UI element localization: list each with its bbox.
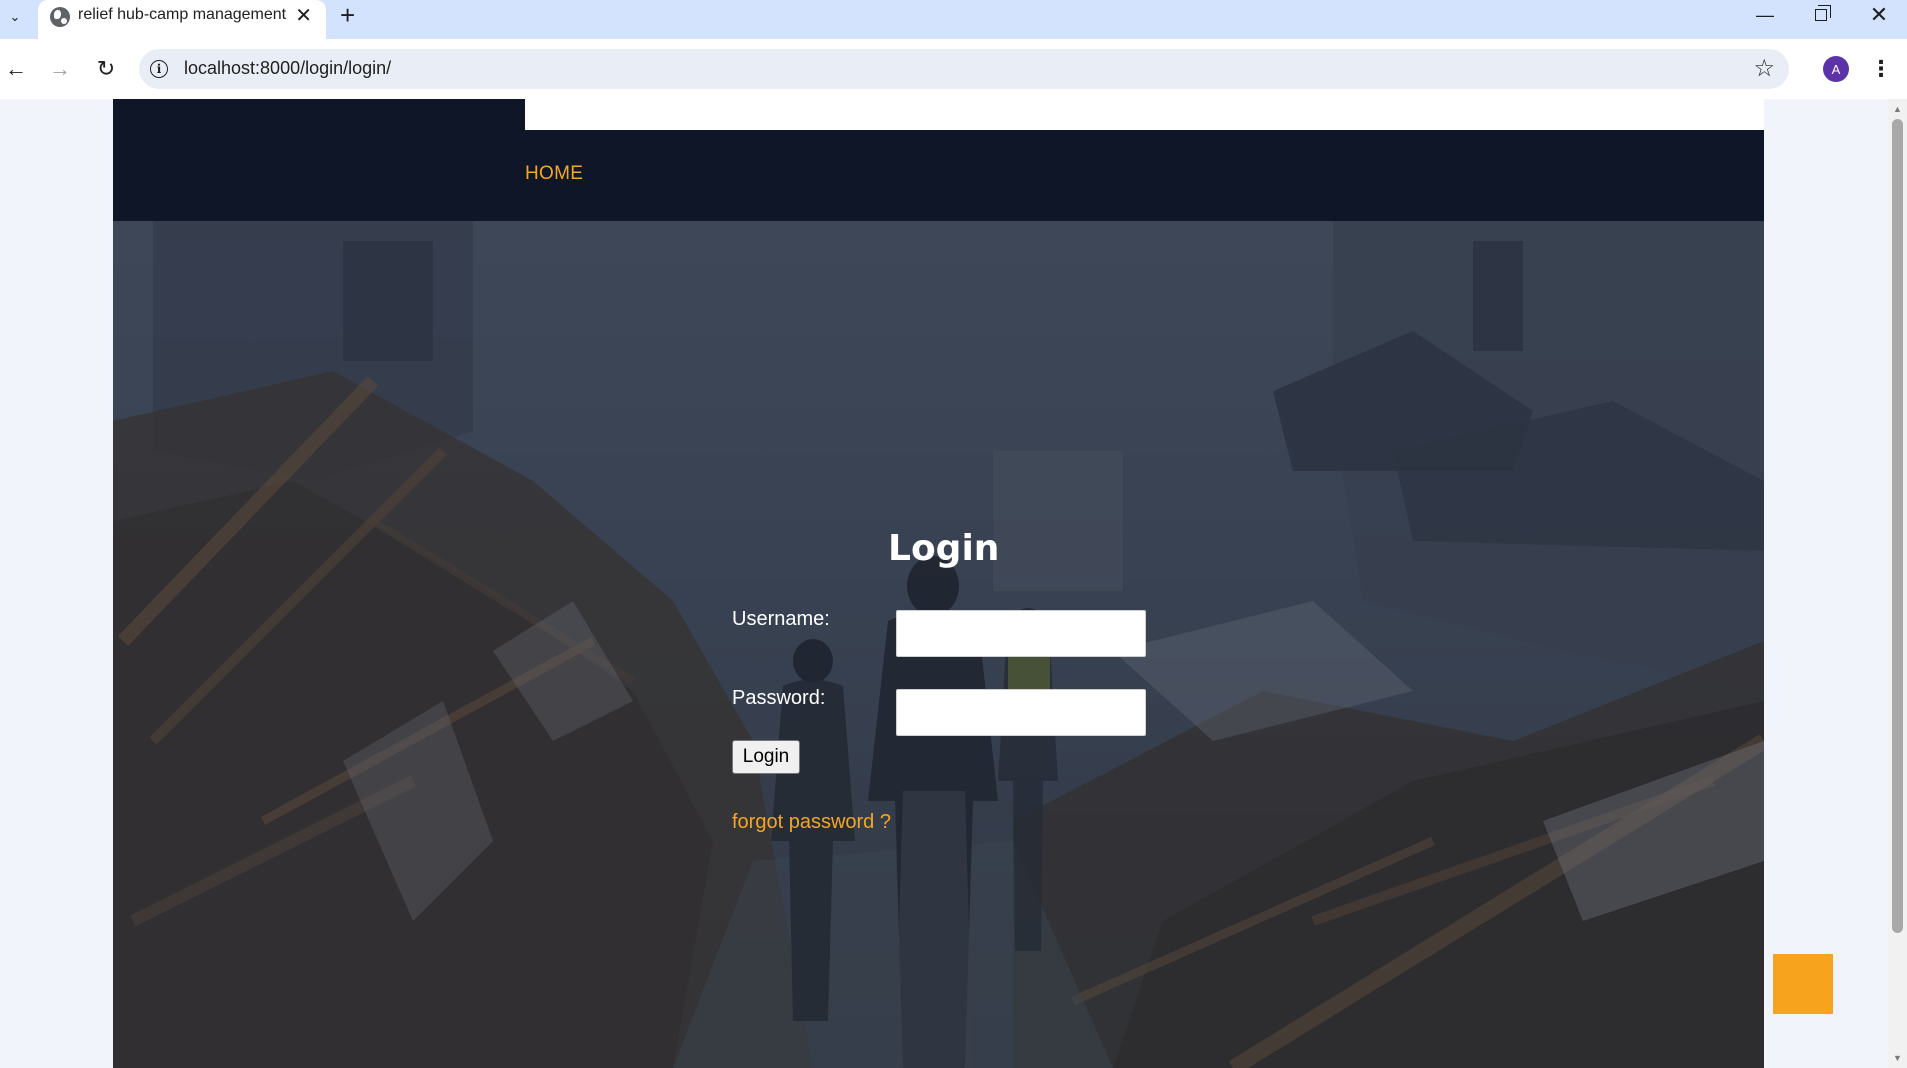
page-viewport: HOME Login Username: Password: Login for… xyxy=(0,99,1888,1068)
minimize-icon[interactable]: — xyxy=(1737,0,1793,30)
header-top-strip xyxy=(525,99,1764,130)
profile-avatar[interactable]: A xyxy=(1823,56,1849,82)
password-label: Password: xyxy=(732,687,826,709)
plus-icon[interactable]: + xyxy=(340,0,355,31)
username-input[interactable] xyxy=(896,610,1146,657)
scroll-up-icon[interactable]: ▲ xyxy=(1888,101,1907,117)
more-vert-icon[interactable]: ⋮ xyxy=(1868,53,1894,85)
browser-tab[interactable]: relief hub-camp management ✕ xyxy=(38,0,326,39)
url-text[interactable]: localhost:8000/login/login/ xyxy=(184,58,391,79)
password-input[interactable] xyxy=(896,689,1146,736)
globe-favicon-icon xyxy=(50,7,70,27)
star-icon[interactable]: ☆ xyxy=(1753,54,1775,83)
close-icon[interactable]: ✕ xyxy=(295,3,312,28)
reload-icon[interactable]: ↻ xyxy=(90,53,122,85)
tab-list-icon[interactable]: ⌄ xyxy=(2,4,28,30)
scrollbar-thumb[interactable] xyxy=(1892,119,1903,933)
nav-home-link[interactable]: HOME xyxy=(525,163,583,185)
info-icon[interactable]: i xyxy=(150,60,168,78)
browser-toolbar: ← → ↻ i localhost:8000/login/login/ ☆ A … xyxy=(0,39,1907,99)
site-container: HOME Login Username: Password: Login for… xyxy=(113,99,1764,1068)
back-to-top-button[interactable] xyxy=(1773,954,1833,1014)
back-arrow-icon[interactable]: ← xyxy=(0,53,32,85)
forgot-password-link[interactable]: forgot password ? xyxy=(732,811,891,834)
scroll-down-icon[interactable]: ▼ xyxy=(1888,1050,1907,1066)
hero-section: Login Username: Password: Login forgot p… xyxy=(113,221,1764,1068)
login-title: Login xyxy=(888,528,1000,569)
address-bar[interactable]: i localhost:8000/login/login/ ☆ xyxy=(139,49,1789,89)
page-scrollbar[interactable]: ▲ ▼ xyxy=(1888,99,1907,1068)
browser-tab-strip: ⌄ relief hub-camp management ✕ + — ✕ xyxy=(0,0,1907,39)
window-close-icon[interactable]: ✕ xyxy=(1851,0,1907,30)
restore-icon[interactable] xyxy=(1793,0,1849,30)
forward-arrow-icon[interactable]: → xyxy=(44,53,76,85)
tab-title: relief hub-camp management xyxy=(78,6,287,23)
login-button[interactable]: Login xyxy=(732,740,800,774)
username-label: Username: xyxy=(732,608,830,630)
